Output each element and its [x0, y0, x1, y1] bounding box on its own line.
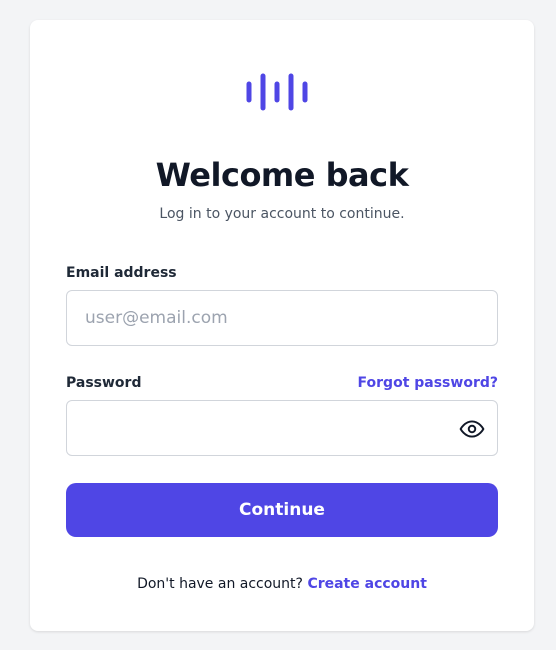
- email-label: Email address: [66, 265, 177, 281]
- password-input[interactable]: [67, 401, 497, 455]
- logo: [0, 72, 556, 112]
- password-label: Password: [66, 375, 142, 391]
- page-subtitle: Log in to your account to continue.: [159, 206, 405, 222]
- create-account-link[interactable]: Create account: [307, 576, 426, 592]
- password-field-container: [66, 400, 498, 456]
- email-field-container: [66, 290, 498, 346]
- eye-icon[interactable]: [459, 416, 485, 442]
- forgot-password-link[interactable]: Forgot password?: [358, 375, 498, 391]
- page-title: Welcome back: [155, 156, 409, 194]
- continue-button[interactable]: Continue: [66, 483, 498, 537]
- audio-waveform-icon: [246, 73, 308, 111]
- signup-prompt-text: Don't have an account?: [137, 576, 303, 592]
- signup-prompt: Don't have an account? Create account: [30, 576, 534, 592]
- email-input[interactable]: [67, 291, 497, 345]
